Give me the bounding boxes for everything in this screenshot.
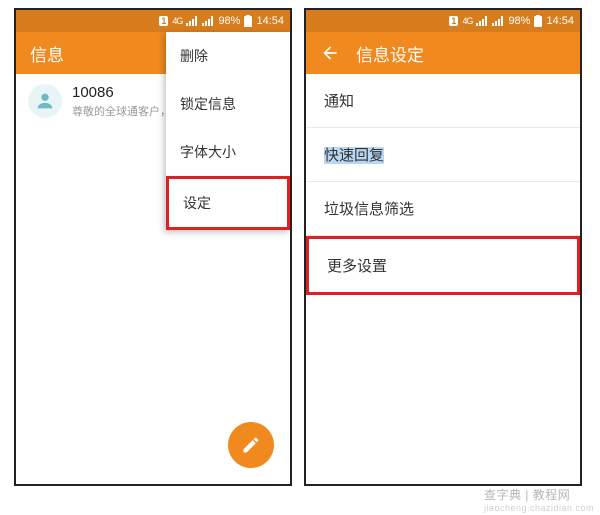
battery-percent: 98%	[508, 15, 530, 27]
statusbar: 1 4G 98% 14:54	[306, 10, 580, 32]
page-title: 信息设定	[356, 41, 424, 66]
signal-icon	[186, 16, 198, 26]
battery-icon	[244, 15, 252, 27]
statusbar: 1 4G 98% 14:54	[16, 10, 290, 32]
overflow-menu: 删除 锁定信息 字体大小 设定	[166, 32, 290, 230]
battery-percent: 98%	[218, 15, 240, 27]
settings-item-spam[interactable]: 垃圾信息筛选	[306, 182, 580, 236]
menu-item-lock[interactable]: 锁定信息	[166, 80, 290, 128]
arrow-left-icon	[320, 43, 340, 63]
clock: 14:54	[256, 15, 284, 27]
battery-icon	[534, 15, 542, 27]
compose-fab[interactable]	[228, 422, 274, 468]
settings-header: 信息设定	[306, 32, 580, 74]
settings-item-notify[interactable]: 通知	[306, 74, 580, 128]
compose-icon	[241, 435, 261, 455]
page-title: 信息	[30, 41, 64, 66]
watermark: 查字典 | 教程网 jiaocheng.chazidian.com	[484, 486, 594, 513]
sim-indicator: 1	[159, 16, 168, 26]
menu-item-fontsize[interactable]: 字体大小	[166, 128, 290, 176]
network-indicator: 4G	[172, 16, 182, 26]
settings-list: 通知 快速回复 垃圾信息筛选 更多设置	[306, 74, 580, 295]
back-button[interactable]	[320, 43, 340, 63]
avatar	[28, 84, 62, 118]
signal-icon	[476, 16, 488, 26]
phone-right: 1 4G 98% 14:54 信息设定 通知 快速回复 垃圾信息筛选 更多设置	[304, 8, 582, 486]
sim-indicator: 1	[449, 16, 458, 26]
wifi-signal-icon	[492, 16, 504, 26]
network-indicator: 4G	[462, 16, 472, 26]
settings-item-quickreply[interactable]: 快速回复	[306, 128, 580, 182]
person-icon	[34, 90, 56, 112]
wifi-signal-icon	[202, 16, 214, 26]
menu-item-delete[interactable]: 删除	[166, 32, 290, 80]
settings-item-more[interactable]: 更多设置	[306, 236, 580, 295]
phone-left: 1 4G 98% 14:54 信息 10086 尊敬的全球通客户，1… 删除 锁…	[14, 8, 292, 486]
clock: 14:54	[546, 15, 574, 27]
menu-item-settings[interactable]: 设定	[166, 176, 290, 230]
